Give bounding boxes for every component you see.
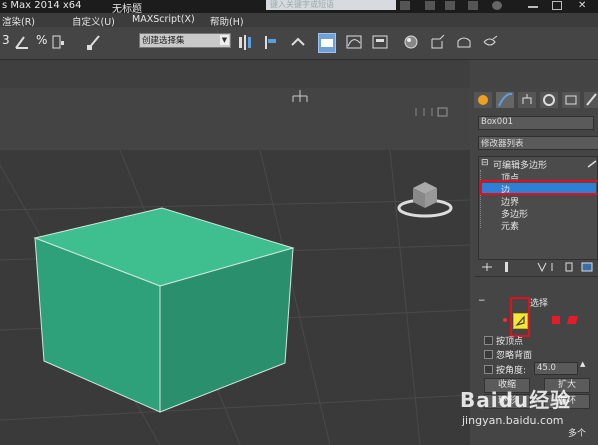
stack-root-toggle[interactable]: ⊟ (481, 158, 489, 168)
percent-snap[interactable]: % (36, 33, 47, 47)
chevron-down-icon: ▼ (220, 35, 229, 45)
object-name-field[interactable]: Box001 (478, 116, 594, 130)
layer-explorer-icon[interactable] (290, 33, 306, 51)
polygon-mode-icon[interactable] (552, 316, 560, 324)
ignore-backfacing-label: 忽略背面 (496, 351, 533, 361)
menu-render[interactable]: 渲染(R) (2, 14, 35, 28)
minimize-icon[interactable] (528, 1, 538, 8)
angle-value-field[interactable]: 45.0 (534, 362, 578, 375)
material-editor-icon[interactable] (403, 33, 419, 51)
baidu-watermark: Baidu经验 (460, 388, 572, 412)
edit-named-selection-icon[interactable] (86, 33, 102, 51)
edge-mode-button[interactable] (513, 313, 528, 329)
title-bar: s Max 2014 x64 无标题 键入关键字或短语 ✕ (0, 0, 598, 15)
edge-highlight-annotation (480, 180, 598, 195)
element-mode-icon[interactable] (566, 316, 579, 324)
by-angle-label: 按角度: (496, 366, 527, 376)
render-setup-icon[interactable] (430, 33, 446, 51)
ribbon-strip (0, 60, 470, 88)
by-angle-checkbox[interactable] (484, 365, 493, 374)
viewport-layout-icon[interactable] (290, 88, 310, 108)
spinner-snap-icon[interactable] (50, 33, 66, 51)
main-toolbar: 3 % 创建选择集 ▼ (0, 27, 598, 60)
mirror-icon[interactable] (237, 33, 253, 51)
selection-set-value: 创建选择集 (142, 36, 185, 46)
by-vertex-checkbox[interactable] (484, 336, 493, 345)
modifier-stack: ⊟ 可编辑多边形 顶点 边 边界 多边形 元素 (478, 156, 598, 260)
tree-line (480, 170, 482, 228)
snap-toggle[interactable]: 3 (2, 33, 10, 47)
toggle-ribbon-icon[interactable] (318, 33, 336, 53)
render-production-icon[interactable] (482, 33, 498, 51)
edge-mode-icon (515, 315, 525, 327)
modifier-list-dropdown[interactable]: 修改器列表 (478, 136, 598, 150)
viewport-border (0, 88, 470, 150)
selection-rollout-title[interactable]: 选择 (530, 296, 548, 309)
command-panel-tabs[interactable] (472, 90, 598, 108)
multiple-label: 多个 (568, 429, 587, 439)
star-icon[interactable] (445, 1, 455, 10)
stack-item-element[interactable]: 元素 (501, 219, 519, 232)
menu-maxscript[interactable]: MAXScript(X) (132, 14, 195, 25)
pin-icon[interactable] (587, 160, 597, 168)
ignore-backfacing-checkbox[interactable] (484, 350, 493, 359)
viewcube[interactable] (397, 182, 453, 218)
search-input[interactable]: 键入关键字或短语 (266, 0, 396, 10)
close-icon[interactable]: ✕ (578, 1, 588, 11)
rollout-collapse[interactable]: − (478, 296, 486, 306)
menu-help[interactable]: 帮助(H) (210, 14, 244, 28)
account-icon[interactable] (468, 1, 478, 10)
rendered-frame-icon[interactable] (456, 33, 472, 51)
stack-tools[interactable] (478, 260, 596, 274)
by-vertex-label: 按顶点 (496, 337, 524, 347)
curve-editor-icon[interactable] (346, 33, 362, 51)
key-icon[interactable] (425, 1, 435, 10)
vertex-mode-icon[interactable] (500, 314, 510, 326)
box001-object[interactable] (33, 207, 295, 413)
align-icon[interactable] (262, 33, 278, 51)
viewport-nav-icons[interactable] (412, 104, 452, 120)
search-placeholder: 键入关键字或短语 (270, 0, 334, 9)
angle-spinner[interactable]: ▲ (580, 360, 585, 368)
schematic-view-icon[interactable] (372, 33, 388, 51)
perspective-viewport[interactable] (0, 150, 470, 445)
help-icon[interactable] (492, 1, 502, 10)
menu-bar: 渲染(R) 自定义(U) MAXScript(X) 帮助(H) (0, 13, 598, 28)
angle-snap-icon[interactable] (14, 33, 30, 51)
named-selection-set-dropdown[interactable]: 创建选择集 ▼ (139, 33, 231, 48)
binoculars-icon[interactable] (400, 1, 410, 10)
baidu-watermark-url: jingyan.baidu.com (462, 414, 564, 427)
rollout-divider (474, 276, 598, 277)
app-title: s Max 2014 x64 (2, 0, 82, 11)
maximize-icon[interactable] (552, 1, 562, 10)
viewport-scene[interactable] (0, 150, 470, 445)
menu-customize[interactable]: 自定义(U) (72, 14, 115, 28)
stack-root-editable-poly[interactable]: 可编辑多边形 (493, 158, 547, 171)
